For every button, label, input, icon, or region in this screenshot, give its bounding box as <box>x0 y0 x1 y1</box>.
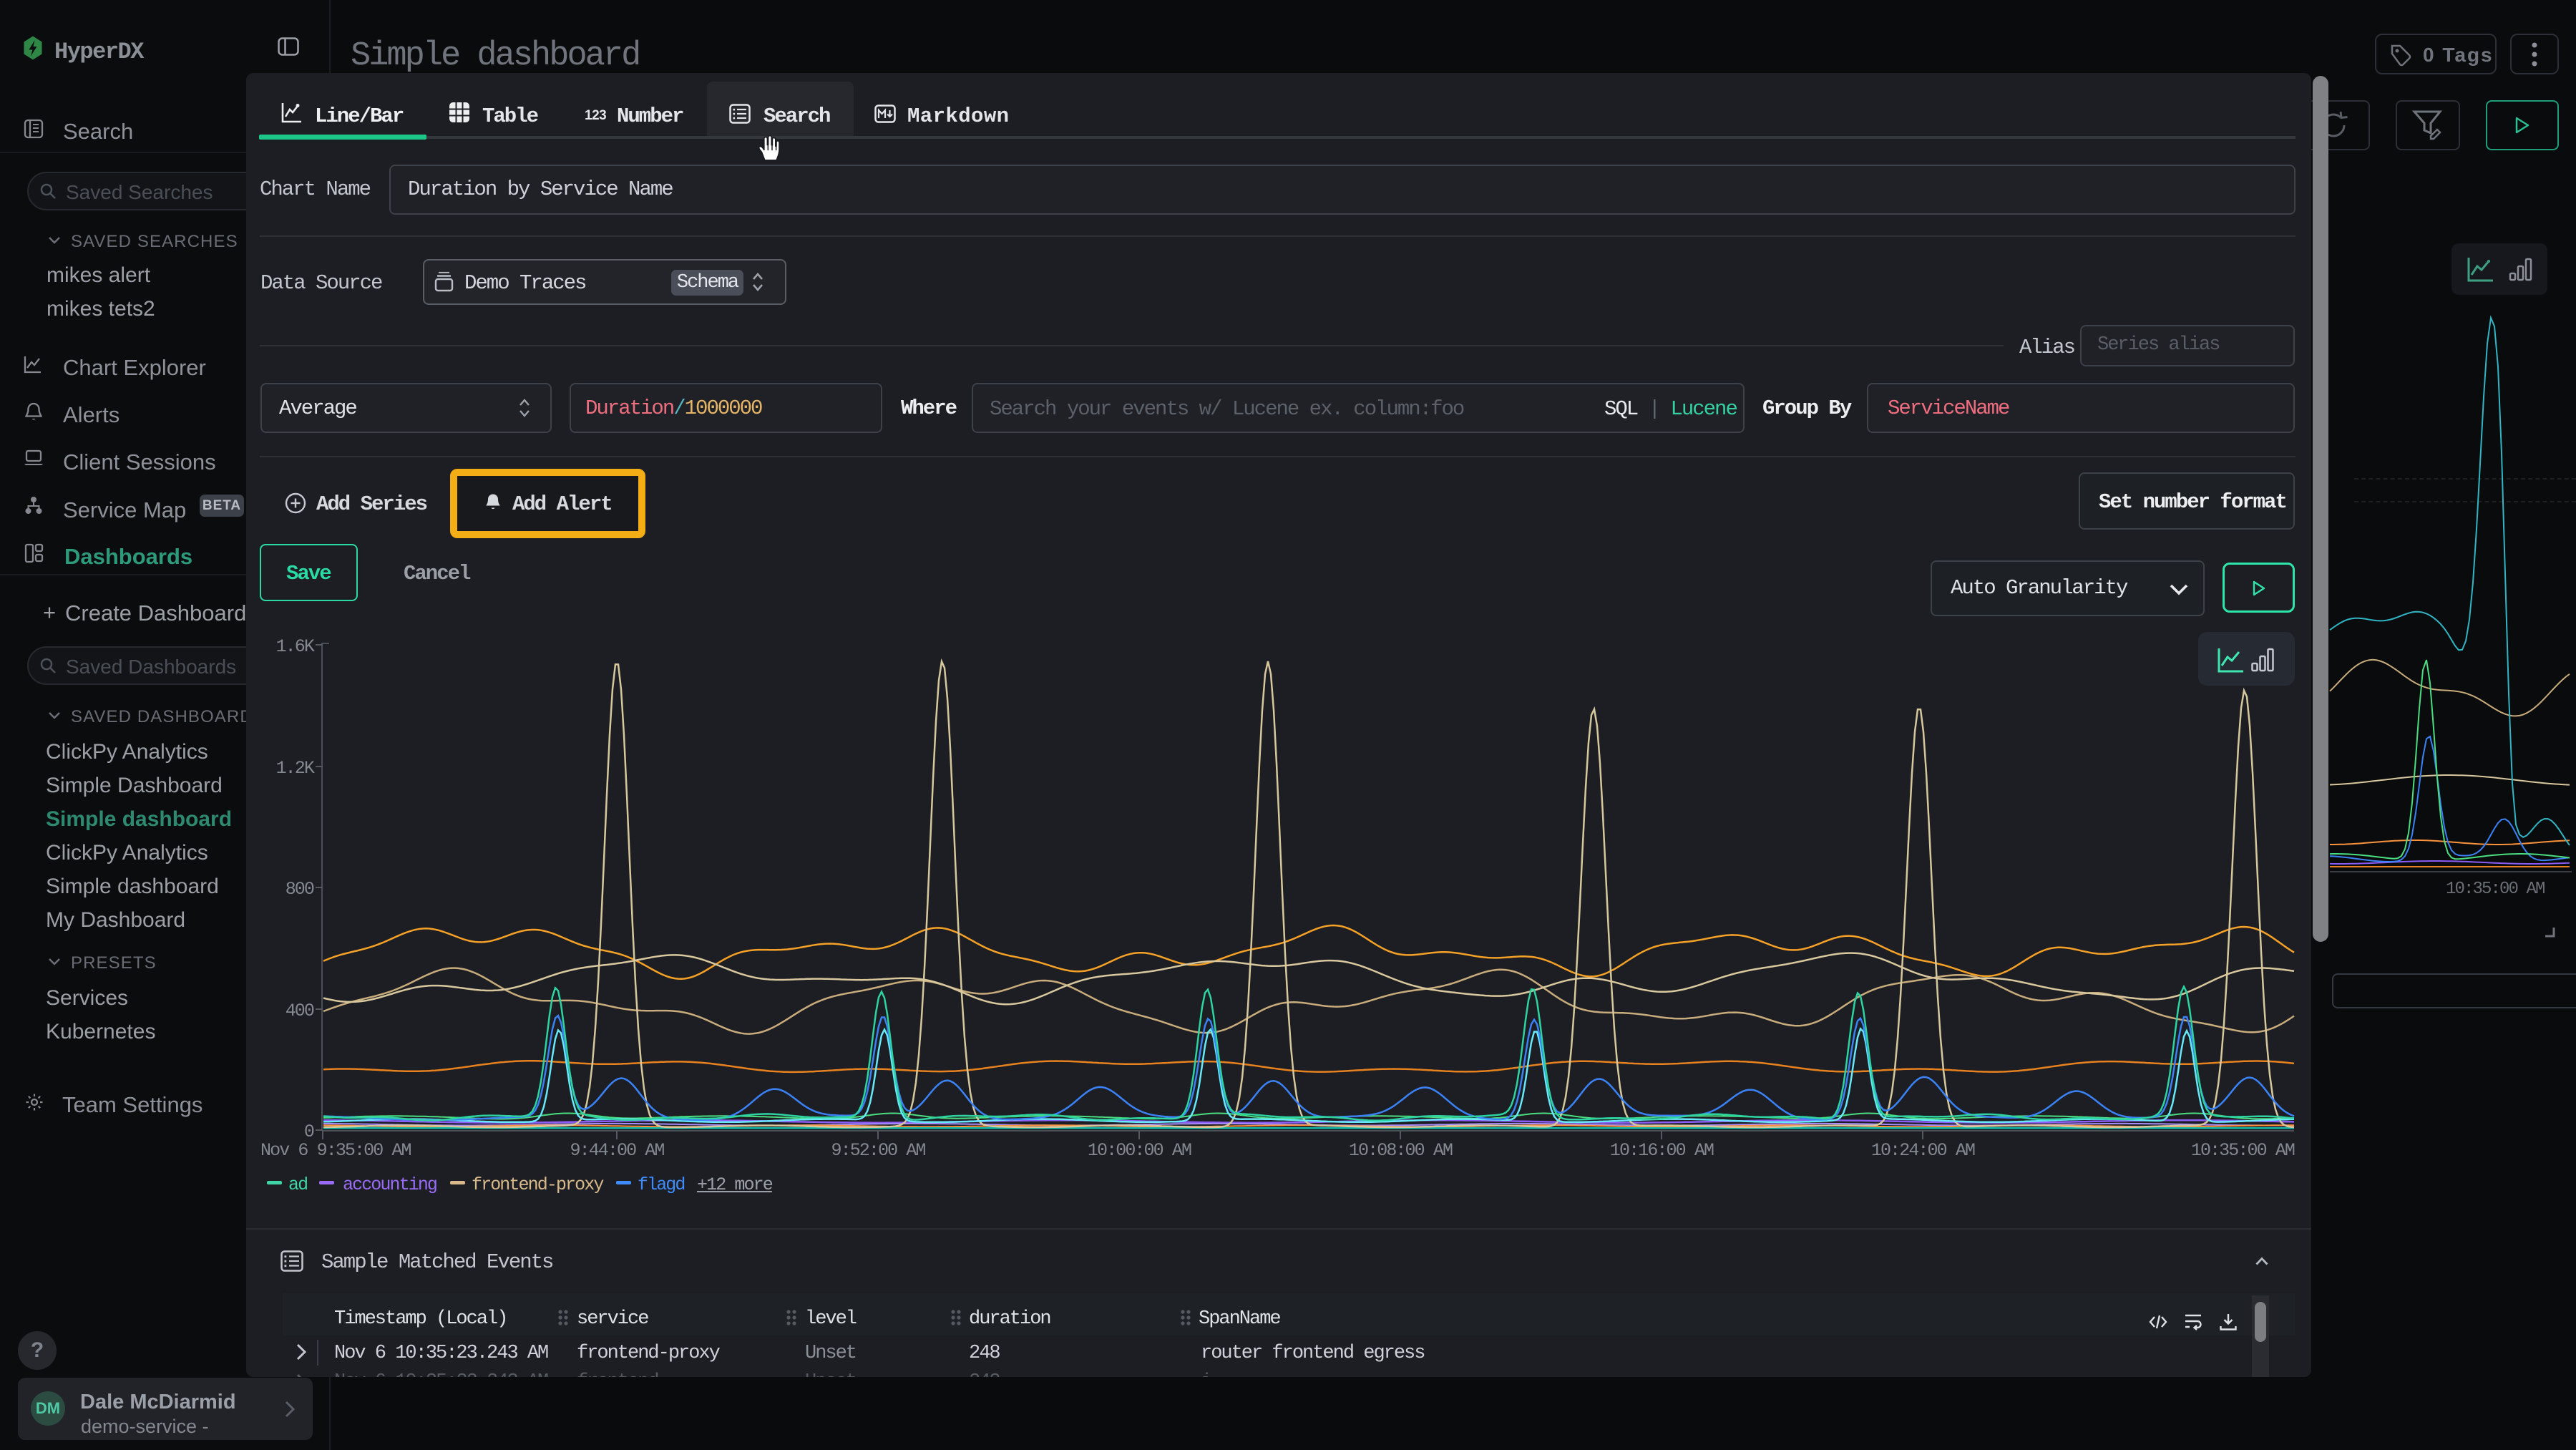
svg-text:0: 0 <box>304 1121 314 1142</box>
svg-text:1.2K: 1.2K <box>276 758 315 779</box>
svg-text:10:24:00 AM: 10:24:00 AM <box>1871 1140 1975 1161</box>
svg-text:10:00:00 AM: 10:00:00 AM <box>1088 1140 1191 1161</box>
svg-text:10:16:00 AM: 10:16:00 AM <box>1610 1140 1714 1161</box>
svg-text:400: 400 <box>286 1001 314 1021</box>
svg-text:Nov 6 9:35:00 AM: Nov 6 9:35:00 AM <box>260 1140 411 1161</box>
svg-text:10:08:00 AM: 10:08:00 AM <box>1349 1140 1453 1161</box>
svg-text:800: 800 <box>286 879 314 900</box>
svg-text:1.6K: 1.6K <box>276 636 315 657</box>
svg-text:9:44:00 AM: 9:44:00 AM <box>570 1140 664 1161</box>
svg-text:9:52:00 AM: 9:52:00 AM <box>831 1140 925 1161</box>
svg-text:10:35:00 AM: 10:35:00 AM <box>2191 1140 2295 1161</box>
